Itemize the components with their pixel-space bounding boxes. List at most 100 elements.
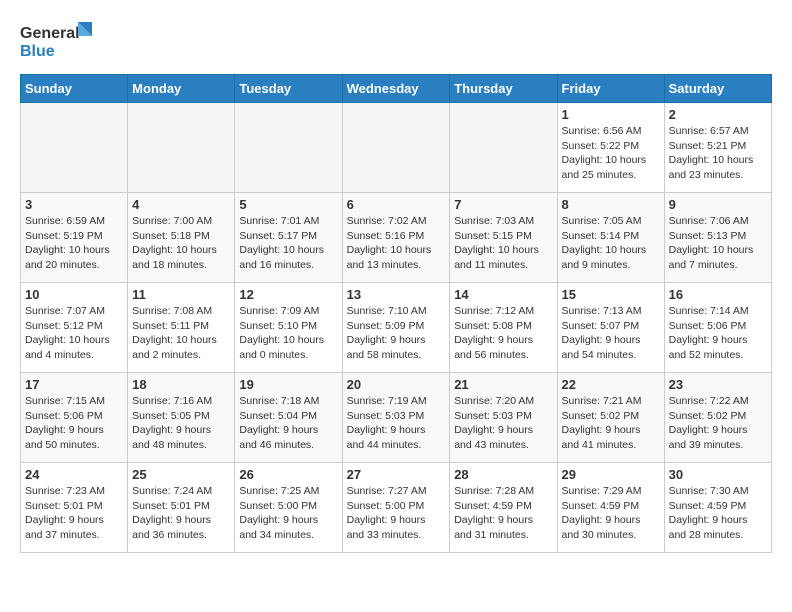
week-row: 1 Sunrise: 6:56 AM Sunset: 5:22 PM Daylig… xyxy=(21,103,772,193)
day-info: Sunrise: 7:10 AM Sunset: 5:09 PM Dayligh… xyxy=(347,304,446,363)
header: GeneralBlue xyxy=(20,20,772,64)
calendar-cell: 28Sunrise: 7:28 AM Sunset: 4:59 PM Dayli… xyxy=(450,463,557,553)
day-number: 20 xyxy=(347,377,446,392)
day-number: 11 xyxy=(132,287,230,302)
day-info: Sunrise: 7:08 AM Sunset: 5:11 PM Dayligh… xyxy=(132,304,230,363)
day-number: 9 xyxy=(669,197,767,212)
calendar-cell: 2 Sunrise: 6:57 AM Sunset: 5:21 PM Daylig… xyxy=(664,103,771,193)
logo: GeneralBlue xyxy=(20,20,100,64)
day-info: Sunrise: 7:22 AM Sunset: 5:02 PM Dayligh… xyxy=(669,394,767,453)
week-row: 24 Sunrise: 7:23 AM Sunset: 5:01 PM Dayli… xyxy=(21,463,772,553)
day-number: 15 xyxy=(562,287,660,302)
calendar-cell xyxy=(450,103,557,193)
day-number: 7 xyxy=(454,197,552,212)
day-number: 21 xyxy=(454,377,552,392)
calendar-cell: 15 Sunrise: 7:13 AM Sunset: 5:07 PM Dayli… xyxy=(557,283,664,373)
day-info: Sunrise: 7:27 AM Sunset: 5:00 PM Dayligh… xyxy=(347,484,446,543)
calendar-cell: 16 Sunrise: 7:14 AM Sunset: 5:06 PM Dayli… xyxy=(664,283,771,373)
day-info: Sunrise: 6:59 AM Sunset: 5:19 PM Dayligh… xyxy=(25,214,123,273)
calendar-cell: 25 Sunrise: 7:24 AM Sunset: 5:01 PM Dayli… xyxy=(128,463,235,553)
calendar-cell: 20 Sunrise: 7:19 AM Sunset: 5:03 PM Dayli… xyxy=(342,373,450,463)
calendar-cell: 18 Sunrise: 7:16 AM Sunset: 5:05 PM Dayli… xyxy=(128,373,235,463)
calendar-cell: 11 Sunrise: 7:08 AM Sunset: 5:11 PM Dayli… xyxy=(128,283,235,373)
calendar-body: 1 Sunrise: 6:56 AM Sunset: 5:22 PM Daylig… xyxy=(21,103,772,553)
day-number: 1 xyxy=(562,107,660,122)
day-info: Sunrise: 7:15 AM Sunset: 5:06 PM Dayligh… xyxy=(25,394,123,453)
calendar-cell xyxy=(235,103,342,193)
day-info: Sunrise: 7:24 AM Sunset: 5:01 PM Dayligh… xyxy=(132,484,230,543)
week-row: 17 Sunrise: 7:15 AM Sunset: 5:06 PM Dayli… xyxy=(21,373,772,463)
day-info: Sunrise: 7:00 AM Sunset: 5:18 PM Dayligh… xyxy=(132,214,230,273)
calendar-cell: 17 Sunrise: 7:15 AM Sunset: 5:06 PM Dayli… xyxy=(21,373,128,463)
day-info: Sunrise: 7:19 AM Sunset: 5:03 PM Dayligh… xyxy=(347,394,446,453)
day-number: 13 xyxy=(347,287,446,302)
weekday-header: Friday xyxy=(557,75,664,103)
calendar: SundayMondayTuesdayWednesdayThursdayFrid… xyxy=(20,74,772,553)
day-info: Sunrise: 7:09 AM Sunset: 5:10 PM Dayligh… xyxy=(239,304,337,363)
calendar-cell xyxy=(21,103,128,193)
day-number: 18 xyxy=(132,377,230,392)
calendar-cell: 4 Sunrise: 7:00 AM Sunset: 5:18 PM Daylig… xyxy=(128,193,235,283)
day-info: Sunrise: 7:13 AM Sunset: 5:07 PM Dayligh… xyxy=(562,304,660,363)
day-number: 16 xyxy=(669,287,767,302)
day-number: 22 xyxy=(562,377,660,392)
calendar-cell: 30Sunrise: 7:30 AM Sunset: 4:59 PM Dayli… xyxy=(664,463,771,553)
calendar-cell: 7 Sunrise: 7:03 AM Sunset: 5:15 PM Daylig… xyxy=(450,193,557,283)
day-number: 24 xyxy=(25,467,123,482)
calendar-cell: 1 Sunrise: 6:56 AM Sunset: 5:22 PM Daylig… xyxy=(557,103,664,193)
calendar-cell: 5 Sunrise: 7:01 AM Sunset: 5:17 PM Daylig… xyxy=(235,193,342,283)
svg-text:General: General xyxy=(20,25,80,42)
day-number: 8 xyxy=(562,197,660,212)
weekday-header: Monday xyxy=(128,75,235,103)
calendar-cell: 27 Sunrise: 7:27 AM Sunset: 5:00 PM Dayli… xyxy=(342,463,450,553)
calendar-cell: 3Sunrise: 6:59 AM Sunset: 5:19 PM Daylig… xyxy=(21,193,128,283)
calendar-cell: 12 Sunrise: 7:09 AM Sunset: 5:10 PM Dayli… xyxy=(235,283,342,373)
day-number: 28 xyxy=(454,467,552,482)
day-number: 26 xyxy=(239,467,337,482)
calendar-cell: 13 Sunrise: 7:10 AM Sunset: 5:09 PM Dayli… xyxy=(342,283,450,373)
day-info: Sunrise: 6:57 AM Sunset: 5:21 PM Dayligh… xyxy=(669,124,767,183)
calendar-header: SundayMondayTuesdayWednesdayThursdayFrid… xyxy=(21,75,772,103)
day-info: Sunrise: 7:21 AM Sunset: 5:02 PM Dayligh… xyxy=(562,394,660,453)
calendar-cell: 24 Sunrise: 7:23 AM Sunset: 5:01 PM Dayli… xyxy=(21,463,128,553)
day-number: 6 xyxy=(347,197,446,212)
day-number: 17 xyxy=(25,377,123,392)
calendar-cell: 9 Sunrise: 7:06 AM Sunset: 5:13 PM Daylig… xyxy=(664,193,771,283)
day-number: 30 xyxy=(669,467,767,482)
day-number: 27 xyxy=(347,467,446,482)
calendar-cell: 29Sunrise: 7:29 AM Sunset: 4:59 PM Dayli… xyxy=(557,463,664,553)
day-info: Sunrise: 7:16 AM Sunset: 5:05 PM Dayligh… xyxy=(132,394,230,453)
calendar-cell xyxy=(342,103,450,193)
day-info: Sunrise: 7:14 AM Sunset: 5:06 PM Dayligh… xyxy=(669,304,767,363)
day-info: Sunrise: 7:23 AM Sunset: 5:01 PM Dayligh… xyxy=(25,484,123,543)
day-info: Sunrise: 7:06 AM Sunset: 5:13 PM Dayligh… xyxy=(669,214,767,273)
day-info: Sunrise: 7:01 AM Sunset: 5:17 PM Dayligh… xyxy=(239,214,337,273)
calendar-cell: 6 Sunrise: 7:02 AM Sunset: 5:16 PM Daylig… xyxy=(342,193,450,283)
calendar-cell: 21Sunrise: 7:20 AM Sunset: 5:03 PM Dayli… xyxy=(450,373,557,463)
week-row: 3Sunrise: 6:59 AM Sunset: 5:19 PM Daylig… xyxy=(21,193,772,283)
day-number: 23 xyxy=(669,377,767,392)
day-info: Sunrise: 6:56 AM Sunset: 5:22 PM Dayligh… xyxy=(562,124,660,183)
day-number: 19 xyxy=(239,377,337,392)
calendar-cell: 23 Sunrise: 7:22 AM Sunset: 5:02 PM Dayli… xyxy=(664,373,771,463)
calendar-cell: 19 Sunrise: 7:18 AM Sunset: 5:04 PM Dayli… xyxy=(235,373,342,463)
day-info: Sunrise: 7:25 AM Sunset: 5:00 PM Dayligh… xyxy=(239,484,337,543)
day-info: Sunrise: 7:18 AM Sunset: 5:04 PM Dayligh… xyxy=(239,394,337,453)
day-number: 5 xyxy=(239,197,337,212)
day-number: 4 xyxy=(132,197,230,212)
calendar-cell: 26 Sunrise: 7:25 AM Sunset: 5:00 PM Dayli… xyxy=(235,463,342,553)
calendar-cell: 8 Sunrise: 7:05 AM Sunset: 5:14 PM Daylig… xyxy=(557,193,664,283)
weekday-header: Sunday xyxy=(21,75,128,103)
day-info: Sunrise: 7:03 AM Sunset: 5:15 PM Dayligh… xyxy=(454,214,552,273)
calendar-cell xyxy=(128,103,235,193)
day-info: Sunrise: 7:02 AM Sunset: 5:16 PM Dayligh… xyxy=(347,214,446,273)
weekday-header: Wednesday xyxy=(342,75,450,103)
day-info: Sunrise: 7:12 AM Sunset: 5:08 PM Dayligh… xyxy=(454,304,552,363)
week-row: 10Sunrise: 7:07 AM Sunset: 5:12 PM Dayli… xyxy=(21,283,772,373)
weekday-header: Thursday xyxy=(450,75,557,103)
day-number: 12 xyxy=(239,287,337,302)
day-info: Sunrise: 7:05 AM Sunset: 5:14 PM Dayligh… xyxy=(562,214,660,273)
weekday-header: Tuesday xyxy=(235,75,342,103)
day-number: 2 xyxy=(669,107,767,122)
day-number: 25 xyxy=(132,467,230,482)
